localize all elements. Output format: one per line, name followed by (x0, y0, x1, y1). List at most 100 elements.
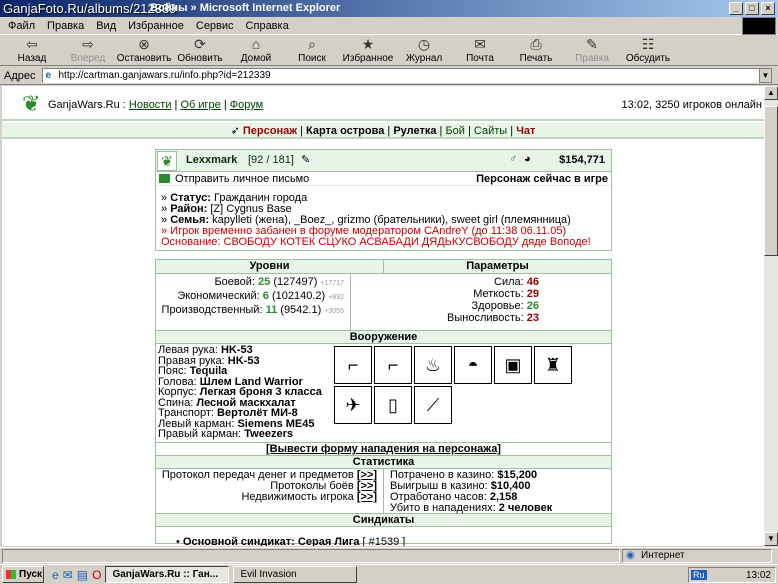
scroll-up-button[interactable]: ▲ (764, 86, 778, 100)
stat-values: Потрачено в казино: $15,200 Выигрыш в каз… (384, 469, 611, 514)
menu-item-0[interactable]: Файл (8, 20, 35, 32)
language-indicator[interactable]: Ru (691, 570, 707, 580)
nav-link-3[interactable]: Бой (445, 125, 464, 137)
armor-icon[interactable]: ▣ (494, 346, 532, 384)
taskbar-item-ganjawars[interactable]: GanjaWars.Ru :: Ган... (105, 566, 230, 583)
edit-icon: ✎ (586, 36, 598, 52)
maximize-button[interactable]: □ (745, 2, 759, 15)
window-controls: _ □ × (729, 2, 775, 15)
phone-icon[interactable]: ▯ (374, 386, 412, 424)
param-row: Сила: 46 (351, 276, 539, 288)
toolbar-button-3[interactable]: ⟳ Обновить (172, 36, 228, 64)
toolbar-button-7[interactable]: ◷ Журнал (396, 36, 452, 64)
desktop-icon[interactable]: ▤ (77, 568, 88, 582)
player-nick[interactable]: Lexxmark (186, 154, 237, 166)
forum-link[interactable]: Форум (230, 99, 263, 111)
rifle-icon[interactable]: ⌐ (374, 346, 412, 384)
address-input[interactable]: http://cartman.ganjawars.ru/info.php?id=… (41, 68, 772, 83)
toolbar-button-8[interactable]: ✉ Почта (452, 36, 508, 64)
menu-item-2[interactable]: Вид (96, 20, 116, 32)
level-label: Экономический: (177, 290, 260, 302)
equipment-item[interactable]: HK-53 (228, 355, 260, 367)
toolbar-button-6[interactable]: ★ Избранное (340, 36, 396, 64)
attack-link[interactable]: [Вывести форму нападения на персонажа] (266, 443, 501, 455)
level-value: 25 (258, 276, 271, 288)
param-label: Сила: (494, 276, 524, 288)
toolbar: ⇦ Назад ⇨ Вперед ⊗ Остановить ⟳ Обновить ⌂ Домой ⌕… (0, 36, 778, 66)
menu-item-1[interactable]: Правка (47, 20, 84, 32)
toolbar-label: Остановить (116, 53, 172, 64)
equipment-row: Правый карман: Tweezers (158, 429, 322, 440)
start-button[interactable]: Пуск (2, 566, 44, 583)
param-row: Меткость: 29 (351, 288, 539, 300)
stats-title: Статистика (156, 455, 611, 469)
status-text (2, 549, 620, 563)
level-detail: (9542.1) (280, 304, 322, 316)
ie-icon[interactable]: e (52, 568, 59, 582)
scroll-down-button[interactable]: ▼ (764, 532, 778, 546)
menu-item-3[interactable]: Избранное (128, 20, 184, 32)
close-button[interactable]: × (761, 2, 775, 15)
toolbar-button-9[interactable]: ⎙ Печать (508, 36, 564, 64)
send-mail-link[interactable]: Отправить личное письмо (175, 173, 309, 185)
taskbar-item-evil-invasion[interactable]: Evil Invasion (233, 566, 358, 583)
toolbar-button-5[interactable]: ⌕ Поиск (284, 36, 340, 64)
camo-suit-icon[interactable]: ♜ (534, 346, 572, 384)
nav-link-2[interactable]: Рулетка (393, 125, 436, 137)
minimize-button[interactable]: _ (729, 2, 743, 15)
address-dropdown-button[interactable]: ▼ (759, 68, 772, 83)
toolbar-button-2[interactable]: ⊗ Остановить (116, 36, 172, 64)
nav-link-5[interactable]: Чат (516, 125, 535, 137)
statistics: Протокол передач денег и предметов [>>] П… (156, 469, 611, 514)
about-link[interactable]: Об игре (180, 99, 220, 111)
main-syndicate: • Основной синдикат: Серая Лига [ #1539 … (176, 536, 406, 546)
toolbar-label: Печать (519, 53, 553, 64)
nav-link-4[interactable]: Сайты (474, 125, 507, 137)
syndicate-name[interactable]: Серая Лига (298, 536, 360, 546)
news-link[interactable]: Новости (129, 99, 172, 111)
home-icon: ⌂ (251, 36, 261, 52)
menu-item-4[interactable]: Сервис (196, 20, 234, 32)
levels-title: Уровни (156, 260, 384, 274)
nav-link-1[interactable]: Карта острова (306, 125, 384, 137)
equipment-item[interactable]: Tweezers (244, 428, 293, 440)
ie-logo (742, 17, 776, 35)
site-nav: ➶ Персонаж | Карта острова | Рулетка | Б… (2, 123, 764, 139)
vertical-scrollbar[interactable]: ▲ ▼ (764, 86, 778, 546)
bottle-icon[interactable]: ♨ (414, 346, 452, 384)
syndicate-leaf-icon: ❦ (157, 151, 177, 171)
stat-link-row: Недвижимость игрока [>>] (156, 492, 377, 503)
rifle-icon[interactable]: ⌐ (334, 346, 372, 384)
system-tray: Ru 13:02 (688, 567, 776, 583)
toolbar-button-11[interactable]: ☷ Обсудить (620, 36, 676, 64)
toolbar-button-4[interactable]: ⌂ Домой (228, 36, 284, 64)
title-bar: GanjaFoto.Ru/albums/212339 Войны » Micro… (0, 0, 778, 17)
window-title: Войны » Microsoft Internet Explorer (150, 2, 341, 14)
player-info: » Статус: Гражданин города » Район: [Z] … (156, 186, 611, 248)
menu-item-5[interactable]: Справка (246, 20, 289, 32)
refresh-icon: ⟳ (194, 36, 206, 52)
zone-indicator: ◉ Интернет (622, 549, 772, 563)
stat-value: 2 человек (498, 502, 553, 514)
helicopter-icon[interactable]: ✈ (334, 386, 372, 424)
player-money: $154,771 (559, 154, 605, 166)
param-label: Меткость: (473, 288, 524, 300)
nav-link-0[interactable]: Персонаж (243, 125, 297, 137)
mail-icon[interactable] (159, 174, 170, 183)
opera-icon[interactable]: O (92, 568, 101, 582)
toolbar-button-0[interactable]: ⇦ Назад (4, 36, 60, 64)
outlook-icon[interactable]: ✉ (63, 568, 73, 582)
param-row: Здоровье: 26 (351, 300, 539, 312)
param-value: 46 (526, 276, 539, 288)
param-row: Выносливость: 23 (351, 312, 539, 324)
forward-arrow-icon: ⇨ (82, 36, 94, 52)
scroll-thumb[interactable] (764, 106, 778, 256)
syndicates-title: Синдикаты (156, 513, 611, 527)
tweezers-icon[interactable]: ⟋ (414, 386, 452, 424)
level-label: Боевой: (214, 276, 255, 288)
level-extra: +892 (328, 294, 344, 301)
stat-link[interactable]: [>>] (357, 491, 377, 503)
helmet-icon[interactable]: ◓ (454, 346, 492, 384)
toolbar-label: Избранное (342, 53, 394, 64)
stat-link-label: Недвижимость игрока (241, 491, 354, 503)
